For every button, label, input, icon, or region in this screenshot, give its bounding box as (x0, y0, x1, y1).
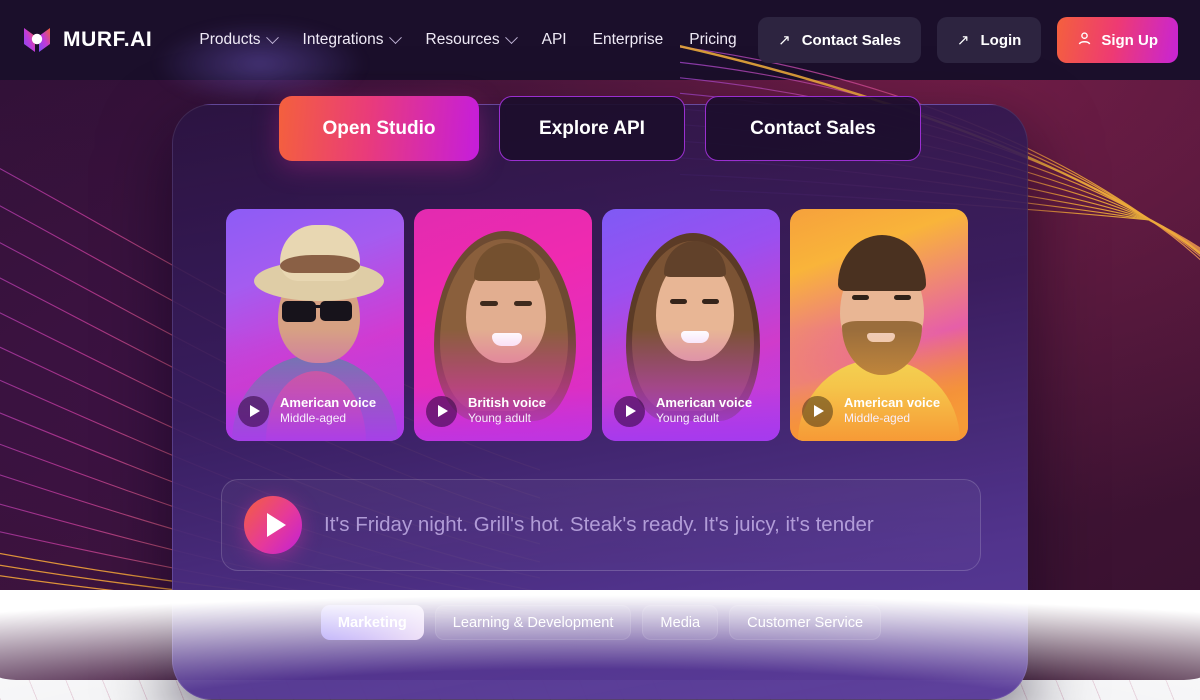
play-icon[interactable] (802, 395, 833, 427)
brand-name: MURF.AI (63, 28, 153, 51)
voice-card-meta: American voice Young adult (614, 395, 770, 427)
nav-item-api[interactable]: API (529, 23, 580, 57)
voice-card-title: American voice (844, 395, 941, 411)
play-icon[interactable] (426, 395, 457, 427)
tab-customer-service[interactable]: Customer Service (729, 605, 882, 640)
play-icon[interactable] (614, 395, 645, 427)
voice-card-subtitle: Middle-aged (280, 411, 347, 426)
sign-up-button[interactable]: Sign Up (1057, 17, 1178, 63)
play-icon[interactable] (238, 395, 269, 427)
contact-sales-hero-button[interactable]: Contact Sales (705, 96, 921, 161)
nav-item-enterprise[interactable]: Enterprise (580, 23, 677, 57)
play-icon[interactable] (244, 496, 302, 554)
brand-logo[interactable]: MURF.AI (22, 25, 152, 55)
voice-card-title: American voice (656, 395, 753, 411)
top-navigation-bar: MURF.AI Products Integrations Resources … (0, 0, 1200, 80)
nav-actions: ↗ Contact Sales ↗ Login Sign Up (758, 17, 1178, 63)
chevron-down-icon (388, 30, 402, 44)
voice-card-subtitle: Young adult (656, 411, 719, 426)
contact-sales-label: Contact Sales (801, 31, 901, 49)
user-icon (1077, 31, 1092, 50)
category-tab-list: Marketing Learning & Development Media C… (173, 605, 1027, 640)
nav-item-pricing[interactable]: Pricing (676, 23, 749, 57)
voice-card-meta: British voice Young adult (426, 395, 582, 427)
arrow-up-right-icon: ↗ (778, 31, 791, 49)
voice-card-subtitle: Middle-aged (844, 411, 911, 426)
chevron-down-icon (265, 30, 279, 44)
script-text: It's Friday night. Grill's hot. Steak's … (324, 513, 874, 536)
tab-media[interactable]: Media (642, 605, 719, 640)
open-studio-button[interactable]: Open Studio (279, 96, 479, 161)
voice-card-meta: American voice Middle-aged (802, 395, 958, 427)
chevron-down-icon (504, 30, 518, 44)
script-player[interactable]: It's Friday night. Grill's hot. Steak's … (221, 479, 981, 571)
nav-links: Products Integrations Resources API Ente… (186, 23, 749, 57)
nav-item-label: Integrations (302, 31, 384, 48)
sign-up-label: Sign Up (1101, 31, 1158, 49)
voice-card-subtitle: Young adult (468, 411, 531, 426)
voice-card[interactable]: American voice Young adult (602, 209, 780, 441)
voice-card-title: American voice (280, 395, 377, 411)
voice-demo-panel: American voice Middle-aged British voice… (172, 104, 1028, 700)
murf-butterfly-logo-icon (22, 25, 52, 55)
nav-item-products[interactable]: Products (186, 23, 289, 57)
page-root: MURF.AI Products Integrations Resources … (0, 0, 1200, 700)
tab-learning-and-development[interactable]: Learning & Development (434, 605, 632, 640)
voice-card-title: British voice (468, 395, 547, 411)
nav-item-label: Products (199, 31, 261, 48)
voice-card[interactable]: American voice Middle-aged (790, 209, 968, 441)
login-button[interactable]: ↗ Login (936, 17, 1042, 63)
voice-card[interactable]: American voice Middle-aged (226, 209, 404, 441)
arrow-up-right-icon: ↗ (956, 31, 970, 49)
nav-item-integrations[interactable]: Integrations (290, 23, 413, 57)
nav-item-label: Resources (425, 31, 500, 48)
hero-cta-row: Open Studio Explore API Contact Sales (0, 96, 1200, 161)
voice-card[interactable]: British voice Young adult (414, 209, 592, 441)
login-label: Login (980, 31, 1022, 49)
nav-item-resources[interactable]: Resources (413, 23, 529, 57)
contact-sales-button[interactable]: ↗ Contact Sales (758, 17, 921, 63)
voice-card-list: American voice Middle-aged British voice… (226, 209, 968, 441)
explore-api-button[interactable]: Explore API (499, 96, 685, 161)
voice-card-meta: American voice Middle-aged (238, 395, 394, 427)
tab-marketing[interactable]: Marketing (320, 605, 424, 640)
